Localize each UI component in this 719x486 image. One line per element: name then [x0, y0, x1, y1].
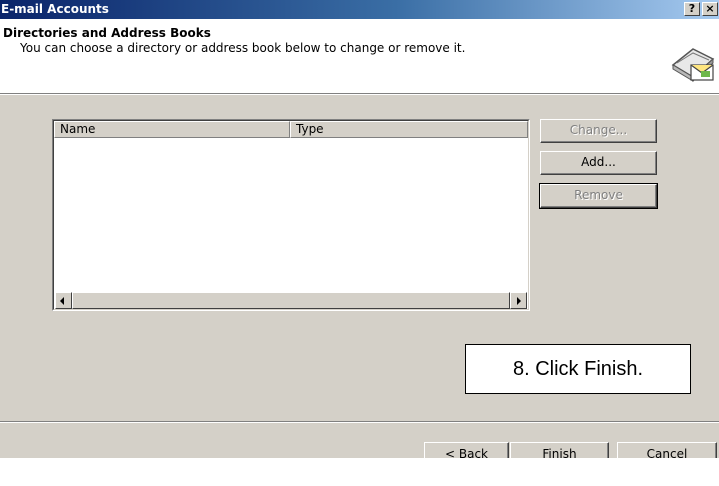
add-button[interactable]: Add...: [540, 151, 657, 175]
address-book-envelope-icon: [671, 48, 715, 83]
finish-button[interactable]: Finish: [510, 442, 609, 458]
close-button[interactable]: ×: [702, 2, 718, 16]
page-title: Directories and Address Books: [3, 26, 211, 40]
change-button[interactable]: Change...: [540, 119, 657, 143]
scroll-right-button[interactable]: [510, 292, 527, 309]
title-bar[interactable]: E-mail Accounts ? ×: [0, 0, 719, 19]
window-title: E-mail Accounts: [1, 2, 109, 16]
remove-button[interactable]: Remove: [539, 183, 658, 209]
email-accounts-dialog: E-mail Accounts ? × Directories and Addr…: [0, 0, 719, 458]
back-button[interactable]: < Back: [424, 442, 509, 458]
page-subtitle: You can choose a directory or address bo…: [20, 41, 466, 55]
arrow-right-icon: [517, 297, 521, 305]
cancel-button[interactable]: Cancel: [617, 442, 717, 458]
scroll-left-button[interactable]: [55, 292, 72, 309]
horizontal-scrollbar[interactable]: [55, 292, 527, 309]
column-header-name[interactable]: Name: [54, 121, 290, 138]
arrow-left-icon: [60, 297, 64, 305]
footer-separator: [0, 421, 719, 423]
column-header-type[interactable]: Type: [290, 121, 528, 138]
help-button[interactable]: ?: [684, 2, 700, 16]
instruction-callout: 8. Click Finish.: [465, 344, 691, 394]
header-separator: [0, 93, 719, 95]
scroll-thumb[interactable]: [72, 292, 510, 309]
directories-list[interactable]: Name Type: [52, 119, 530, 311]
